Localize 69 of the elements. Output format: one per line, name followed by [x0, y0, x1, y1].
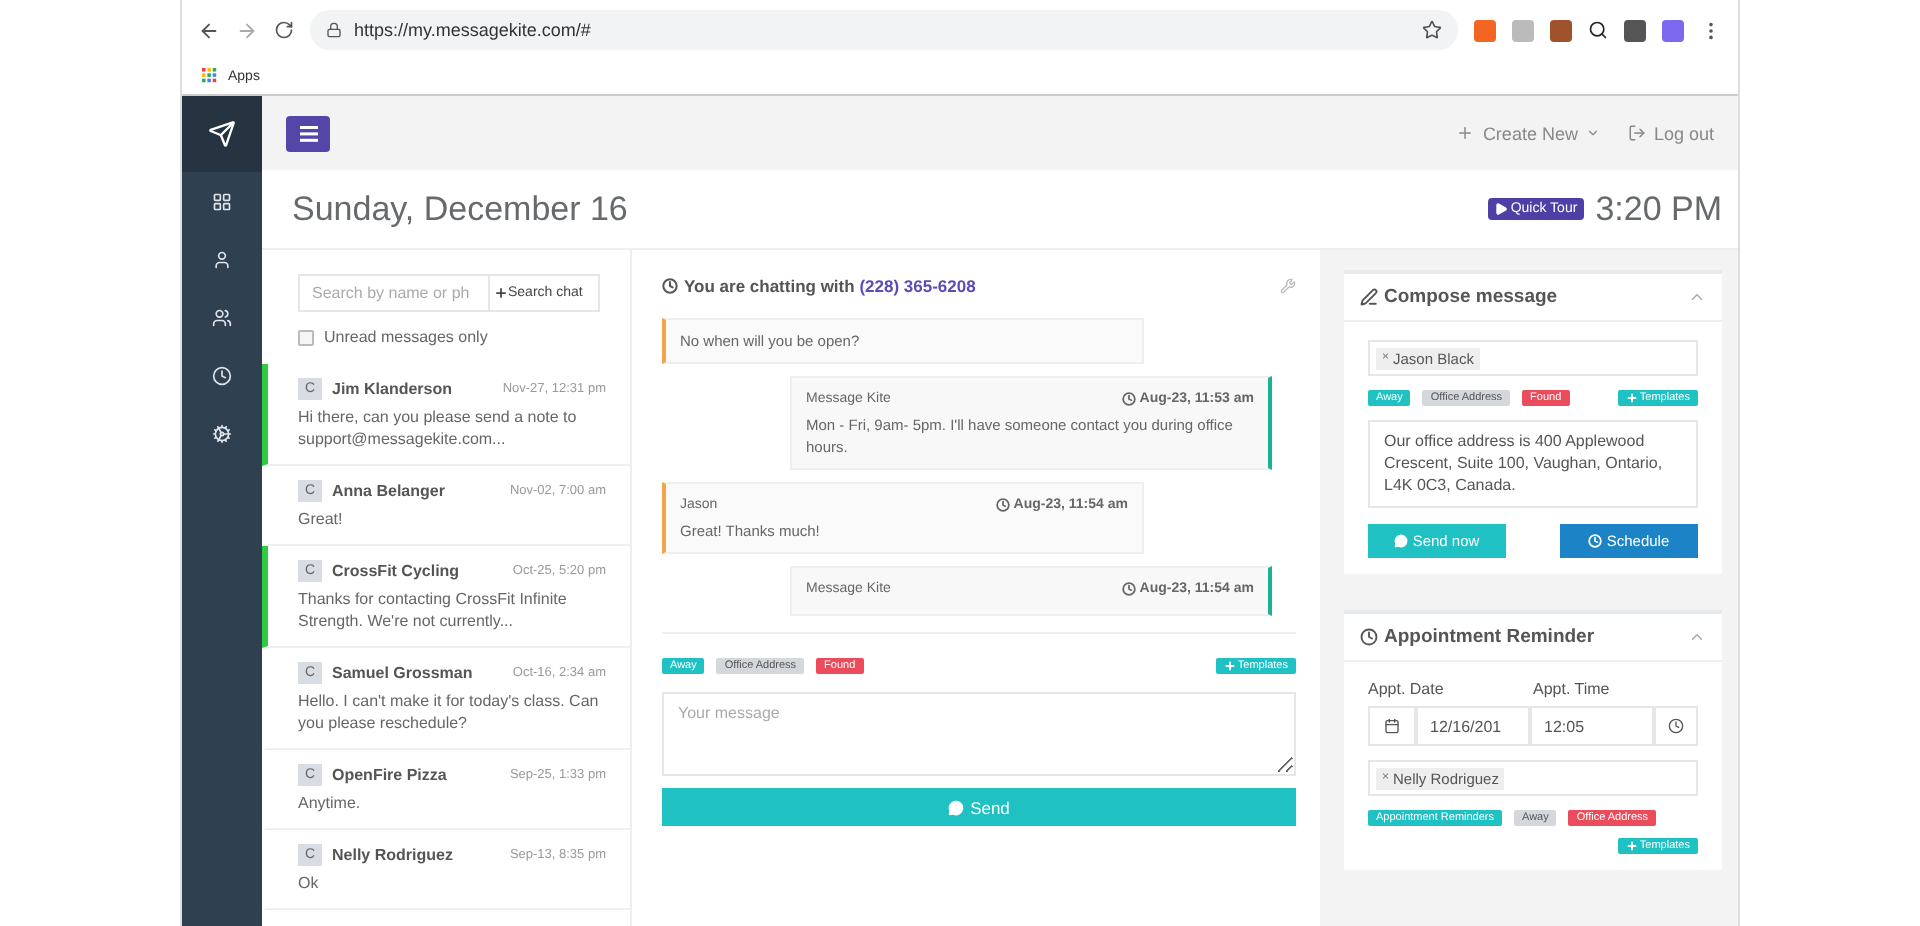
- clock-icon[interactable]: [212, 365, 232, 385]
- calendar-button[interactable]: [1368, 706, 1416, 746]
- checkbox-label: Unread messages only: [324, 328, 488, 346]
- message-preview: Hi there, can you please send a note to support@messagekite.com...: [298, 406, 579, 450]
- menu-icon: [299, 125, 317, 141]
- plus-icon: [1223, 660, 1236, 672]
- extension-icon[interactable]: [1662, 19, 1684, 41]
- caret-icon: [1585, 126, 1600, 140]
- extension-icon[interactable]: [1474, 19, 1496, 41]
- user-icon[interactable]: [212, 249, 232, 269]
- lock-icon: [326, 22, 342, 38]
- clock-button[interactable]: [1654, 706, 1698, 746]
- pencil-icon: [1360, 288, 1378, 306]
- field-label: Appt. Time: [1533, 680, 1612, 698]
- date-heading: Sunday, December 16: [292, 189, 630, 229]
- time-field[interactable]: 12:05: [1530, 706, 1654, 746]
- plus-icon: [1625, 840, 1638, 852]
- logout-icon: [1627, 124, 1646, 142]
- menu-button[interactable]: [286, 115, 330, 151]
- speech-bubble-icon: [948, 799, 965, 815]
- logo[interactable]: [208, 120, 236, 148]
- search-field[interactable]: Search by name or ph: [298, 274, 490, 312]
- extension-icon[interactable]: [1550, 19, 1572, 41]
- search-icon[interactable]: [1588, 20, 1608, 40]
- create-new-menu[interactable]: Create New: [1456, 123, 1600, 143]
- reload-icon[interactable]: [274, 20, 294, 40]
- back-icon[interactable]: [198, 19, 220, 41]
- plus-icon: [1625, 392, 1638, 404]
- message-field[interactable]: Our office address is 400 Applewood Crescent, Suite 100, Vaughan, Ontario, L4K 0C3, Canada.: [1368, 420, 1698, 508]
- date-field[interactable]: 12/16/201: [1416, 706, 1530, 746]
- plus-icon: [1456, 124, 1475, 142]
- message-field[interactable]: Your message: [662, 692, 1296, 776]
- contact-name: Jim Klanderson: [332, 380, 455, 398]
- clock-icon: [1360, 628, 1378, 646]
- clock-icon: [995, 498, 1010, 512]
- field-label: Appt. Date: [1368, 680, 1446, 698]
- contact-name: Samuel Grossman: [332, 664, 475, 682]
- contact-name: OpenFire Pizza: [332, 766, 449, 784]
- address-bar[interactable]: https://my.messagekite.com/#: [310, 10, 1458, 50]
- clock-icon: [1588, 534, 1603, 548]
- message-preview: Anytime.: [298, 792, 363, 814]
- play-icon: [1494, 202, 1509, 216]
- contact-name: Anna Belanger: [332, 482, 447, 500]
- plus-icon: [494, 286, 508, 300]
- gear-icon[interactable]: [212, 423, 232, 443]
- grid-icon[interactable]: [212, 191, 232, 211]
- message-preview: Great!: [298, 508, 345, 530]
- phone-link[interactable]: (228) 365-6208: [859, 276, 976, 296]
- current-time: 3:20 PM: [1595, 189, 1722, 229]
- card-title: Appointment Reminder: [1384, 626, 1595, 648]
- contact-name: Nelly Rodriguez: [332, 846, 455, 864]
- clock-icon: [1668, 718, 1684, 734]
- message-preview: Ok: [298, 872, 321, 894]
- star-icon[interactable]: [1422, 20, 1442, 40]
- card-title: Compose message: [1384, 286, 1558, 308]
- calendar-icon: [1384, 718, 1400, 734]
- clock-icon: [1121, 392, 1136, 406]
- extension-icon[interactable]: [1624, 19, 1646, 41]
- contact-name: CrossFit Cycling: [332, 562, 462, 580]
- clock-icon: [662, 278, 678, 294]
- chat-title: You are chatting with (228) 365-6208: [684, 276, 976, 296]
- users-icon[interactable]: [212, 307, 232, 327]
- speech-bubble-icon: [1394, 534, 1409, 548]
- message-preview: Hello. I can't make it for today's class. Can you please reschedule?: [298, 690, 601, 734]
- apps-grid-icon: [202, 68, 218, 84]
- checkbox[interactable]: [298, 329, 314, 345]
- message-preview: Thanks for contacting CrossFit Infinite Strength. We're not currently...: [298, 588, 569, 632]
- logout-link[interactable]: Log out: [1627, 123, 1714, 143]
- clock-icon: [1121, 582, 1136, 596]
